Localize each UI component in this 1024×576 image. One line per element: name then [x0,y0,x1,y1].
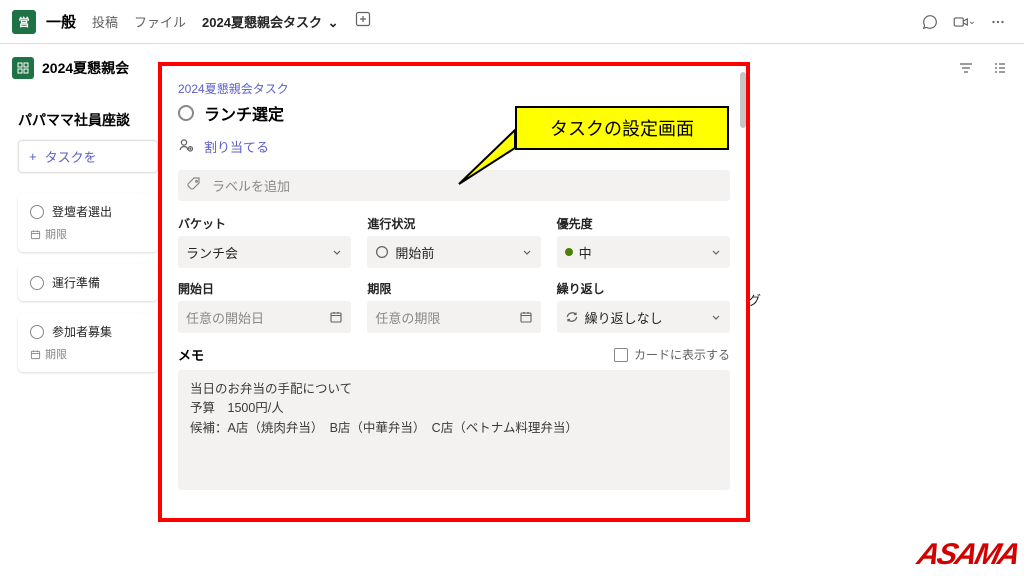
dialog-title[interactable]: ランチ選定 [204,101,284,125]
label-placeholder: ラベルを追加 [212,176,290,195]
chevron-down-icon [521,246,533,258]
field-due: 期限 任意の期限 [367,280,540,333]
chevron-down-icon [710,311,722,323]
team-badge: 営 [12,10,36,34]
task-card-title: 参加者募集 [52,323,112,340]
filter-icon[interactable] [954,56,978,80]
field-priority-label: 優先度 [557,215,730,232]
assign-label: 割り当てる [204,137,269,156]
field-repeat: 繰り返し 繰り返しなし [557,280,730,333]
tab-posts[interactable]: 投稿 [92,12,118,31]
bucket-column: パパママ社員座談 + タスクを 登壇者選出 期限 運行準備 参加者募集 期限 [18,110,178,384]
plan-title: 2024夏懇親会 [42,58,129,78]
repeat-select[interactable]: 繰り返しなし [557,301,730,333]
repeat-icon [565,310,579,324]
circle-icon [375,245,389,259]
task-card-title: 運行準備 [52,274,100,291]
add-tab-button[interactable] [355,11,371,32]
plan-view-controls [954,56,1012,80]
circle-icon [30,325,44,339]
bucket-select[interactable]: ランチ会 [178,236,351,268]
scrollbar[interactable] [740,72,746,128]
meet-icon[interactable]: ⌄ [950,8,978,36]
priority-select[interactable]: 中 [557,236,730,268]
dialog-breadcrumb[interactable]: 2024夏懇親会タスク [178,80,730,97]
plan-badge [12,57,34,79]
calendar-icon [329,310,343,324]
start-date-input[interactable]: 任意の開始日 [178,301,351,333]
field-start: 開始日 任意の開始日 [178,280,351,333]
task-card[interactable]: 登壇者選出 期限 [18,193,158,252]
chat-icon[interactable] [916,8,944,36]
circle-icon [30,205,44,219]
due-date-input[interactable]: 任意の期限 [367,301,540,333]
task-card[interactable]: 参加者募集 期限 [18,313,158,372]
assign-icon [178,137,194,156]
topbar: 営 一般 投稿 ファイル 2024夏懇親会タスク ⌄ ⌄ [0,0,1024,44]
field-progress: 進行状況 開始前 [367,215,540,268]
field-due-label: 期限 [367,280,540,297]
checkbox-icon [614,348,628,362]
field-bucket: バケット ランチ会 [178,215,351,268]
tab-planner-label: 2024夏懇親会タスク [202,15,322,30]
calendar-icon [519,310,533,324]
label-field[interactable]: ラベルを追加 [178,170,730,201]
add-task-label: タスクを [45,147,97,166]
field-progress-label: 進行状況 [367,215,540,232]
field-start-label: 開始日 [178,280,351,297]
asama-logo: ASAMA [914,538,1022,572]
tab-planner[interactable]: 2024夏懇親会タスク ⌄ [202,12,338,31]
chevron-down-icon [331,246,343,258]
memo-label: メモ [178,345,204,364]
more-icon[interactable] [984,8,1012,36]
memo-header: メモ カードに表示する [178,345,730,364]
field-repeat-label: 繰り返し [557,280,730,297]
add-task-button[interactable]: + タスクを [18,140,158,173]
bucket-title[interactable]: パパママ社員座談 [18,110,178,130]
task-card-title: 登壇者選出 [52,203,112,220]
chevron-down-icon [710,246,722,258]
show-on-card-toggle[interactable]: カードに表示する [614,346,730,363]
task-card-deadline: 期限 [30,346,146,362]
plus-icon: + [29,149,37,164]
field-priority: 優先度 中 [557,215,730,268]
field-bucket-label: バケット [178,215,351,232]
progress-select[interactable]: 開始前 [367,236,540,268]
tag-icon [186,176,202,195]
circle-icon [30,276,44,290]
task-card-deadline: 期限 [30,226,146,242]
task-card[interactable]: 運行準備 [18,264,158,301]
dialog-field-grid: バケット ランチ会 進行状況 開始前 優先度 中 開始日 任意の開始日 期限 任… [178,215,730,333]
tab-files[interactable]: ファイル [134,12,186,31]
memo-textarea[interactable]: 当日のお弁当の手配について 予算 1500円/人 候補：A店（焼肉弁当） B店（… [178,370,730,490]
complete-circle-icon[interactable] [178,105,194,121]
priority-dot-icon [565,248,573,256]
annotation-callout: タスクの設定画面 [515,106,729,150]
chevron-down-icon: ⌄ [328,15,339,30]
channel-name[interactable]: 一般 [46,11,76,32]
list-icon[interactable] [988,56,1012,80]
